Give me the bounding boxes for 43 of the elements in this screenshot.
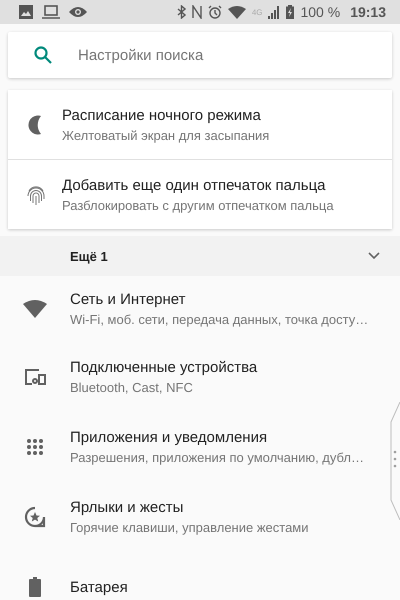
settings-title: Подключенные устройства [70,359,258,376]
edge-panel-handle[interactable] [390,402,400,520]
search-input[interactable]: Настройки поиска [76,46,392,64]
suggestion-subtitle: Разблокировать с другим отпечатком пальца [62,198,334,212]
image-icon [19,5,33,19]
devices-icon [24,369,46,385]
fingerprint-icon [26,184,46,206]
suggestion-subtitle: Желтоватый экран для засыпания [62,128,270,142]
signal-icon [268,6,280,18]
suggestion-title: Добавить еще один отпечаток пальца [62,176,326,194]
settings-subtitle: Bluetooth, Cast, NFC [70,380,194,395]
search-field[interactable]: Настройки поиска [8,32,392,78]
settings-title: Приложения и уведомления [70,429,268,446]
chevron-icon [368,252,380,260]
battery-level: 100 % [300,4,340,20]
settings-title: Сеть и Интернет [70,291,187,308]
bluetooth-icon [176,5,186,19]
laptop-icon [42,5,60,19]
nfc-icon [192,5,202,19]
settings-subtitle: Wi-Fi, моб. сети, передача данных, точка досту… [70,312,368,327]
settings-item[interactable]: Подключенные устройства Bluetooth, Cast, NFC [0,342,388,412]
wifi-icon [228,6,246,18]
search-icon [34,46,52,64]
suggestion-title: Расписание ночного режима [62,106,262,124]
wifi-icon [23,300,47,318]
settings-item[interactable]: Батарея [0,552,388,600]
settings-subtitle: Разрешения, приложения по умолчанию, дубл… [70,450,364,465]
battery-charging-icon [286,5,294,19]
settings-item[interactable]: Ярлыки и жесты Горячие клавиши, управление жестами [0,482,388,552]
star-circle-icon [24,506,46,528]
settings-title: Батарея [70,578,128,596]
settings-item[interactable]: Сеть и Интернет Wi-Fi, моб. сети, передача данных, точка досту… [0,276,388,342]
settings-title: Ярлыки и жесты [70,499,184,516]
battery-icon [29,577,41,597]
alarm-icon [208,5,222,19]
eye-icon [69,6,87,18]
apps-icon [27,439,43,455]
settings-item[interactable]: Приложения и уведомления Разрешения, приложения по умолчанию, дубл… [0,412,388,482]
settings-subtitle: Горячие клавиши, управление жестами [70,520,309,535]
clock: 19:13 [350,4,386,20]
suggestion-item[interactable]: Добавить еще один отпечаток пальца Разблокировать с другим отпечатком пальца [8,160,392,229]
suggestion-item[interactable]: Расписание ночного режима Желтоватый экран для засыпания [8,90,392,159]
more-suggestions-toggle[interactable]: Ещё 1 [0,236,400,276]
